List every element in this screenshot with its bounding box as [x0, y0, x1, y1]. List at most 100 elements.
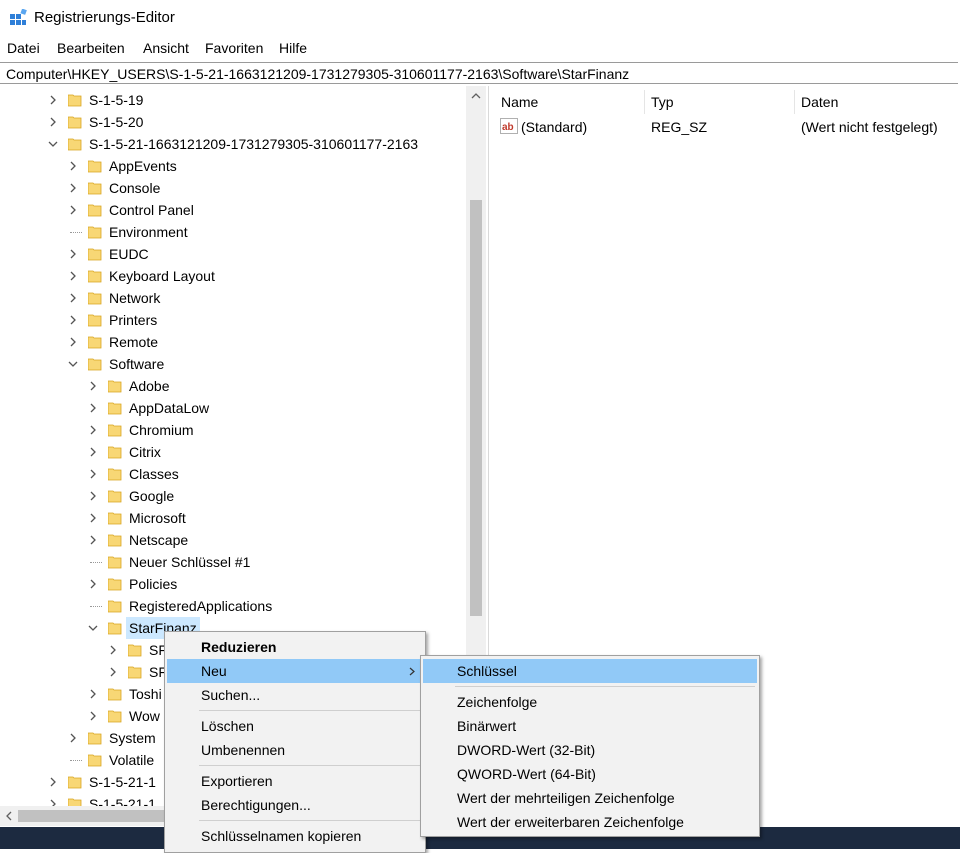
chevron-right-icon[interactable]: [68, 733, 78, 743]
chevron-right-icon[interactable]: [88, 535, 98, 545]
folder-icon: [108, 490, 122, 503]
scroll-left-icon[interactable]: [5, 811, 13, 821]
tree-node[interactable]: Microsoft: [0, 507, 470, 529]
tree-node[interactable]: S-1-5-20: [0, 111, 470, 133]
chevron-right-icon[interactable]: [48, 117, 58, 127]
column-separator[interactable]: [644, 90, 645, 114]
tree-node[interactable]: RegisteredApplications: [0, 595, 470, 617]
menu-item-collapse[interactable]: Reduzieren: [167, 635, 423, 659]
tree-connector: [90, 562, 102, 563]
submenu-item-dword[interactable]: DWORD-Wert (32-Bit): [423, 738, 757, 762]
tree-node[interactable]: Software: [0, 353, 470, 375]
folder-icon: [68, 776, 82, 789]
tree-node[interactable]: Chromium: [0, 419, 470, 441]
chevron-down-icon[interactable]: [88, 623, 98, 633]
folder-icon: [128, 644, 142, 657]
menu-item-delete[interactable]: Löschen: [167, 714, 423, 738]
tree-node-label: S-1-5-21-1663121209-1731279305-310601177…: [89, 136, 419, 152]
menu-bearbeiten[interactable]: Bearbeiten: [57, 40, 125, 56]
folder-icon: [88, 358, 102, 371]
chevron-right-icon[interactable]: [68, 271, 78, 281]
menu-favoriten[interactable]: Favoriten: [205, 40, 263, 56]
menu-item-export[interactable]: Exportieren: [167, 769, 423, 793]
chevron-right-icon[interactable]: [108, 667, 118, 677]
submenu-item-qword[interactable]: QWORD-Wert (64-Bit): [423, 762, 757, 786]
submenu-item-key[interactable]: Schlüssel: [423, 659, 757, 683]
menu-ansicht[interactable]: Ansicht: [143, 40, 189, 56]
folder-icon: [88, 336, 102, 349]
tree-node[interactable]: Citrix: [0, 441, 470, 463]
chevron-right-icon[interactable]: [88, 711, 98, 721]
menu-item-permissions[interactable]: Berechtigungen...: [167, 793, 423, 817]
submenu-item-string[interactable]: Zeichenfolge: [423, 690, 757, 714]
tree-node-label: Wow: [129, 708, 160, 724]
tree-node[interactable]: Google: [0, 485, 470, 507]
menu-hilfe[interactable]: Hilfe: [279, 40, 307, 56]
chevron-right-icon[interactable]: [108, 645, 118, 655]
tree-node[interactable]: Printers: [0, 309, 470, 331]
tree-hscroll-thumb[interactable]: [18, 810, 168, 822]
chevron-right-icon[interactable]: [88, 381, 98, 391]
folder-icon: [108, 380, 122, 393]
menu-item-new[interactable]: Neu: [167, 659, 423, 683]
menu-item-find[interactable]: Suchen...: [167, 683, 423, 707]
string-value-icon: ab: [500, 118, 518, 134]
tree-node[interactable]: Environment: [0, 221, 470, 243]
tree-node[interactable]: S-1-5-19: [0, 89, 470, 111]
chevron-right-icon[interactable]: [88, 403, 98, 413]
address-bar[interactable]: Computer\HKEY_USERS\S-1-5-21-1663121209-…: [0, 62, 958, 84]
column-header-name[interactable]: Name: [501, 94, 538, 110]
tree-node[interactable]: Adobe: [0, 375, 470, 397]
menu-datei[interactable]: Datei: [7, 40, 40, 56]
menu-item-rename[interactable]: Umbenennen: [167, 738, 423, 762]
tree-node[interactable]: Netscape: [0, 529, 470, 551]
column-header-type[interactable]: Typ: [651, 94, 674, 110]
chevron-down-icon[interactable]: [68, 359, 78, 369]
tree-node-label: Neuer Schlüssel #1: [129, 554, 251, 570]
column-header-data[interactable]: Daten: [801, 94, 838, 110]
submenu-item-binary[interactable]: Binärwert: [423, 714, 757, 738]
chevron-right-icon[interactable]: [88, 579, 98, 589]
chevron-right-icon[interactable]: [88, 425, 98, 435]
chevron-right-icon[interactable]: [48, 95, 58, 105]
folder-icon: [108, 534, 122, 547]
menu-item-copy-key-name[interactable]: Schlüsselnamen kopieren: [167, 824, 423, 848]
tree-node[interactable]: Keyboard Layout: [0, 265, 470, 287]
chevron-right-icon[interactable]: [68, 205, 78, 215]
menu-bar: Datei Bearbeiten Ansicht Favoriten Hilfe: [0, 36, 960, 60]
tree-node[interactable]: Classes: [0, 463, 470, 485]
tree-node[interactable]: Console: [0, 177, 470, 199]
tree-node[interactable]: Control Panel: [0, 199, 470, 221]
chevron-right-icon[interactable]: [68, 249, 78, 259]
column-separator[interactable]: [794, 90, 795, 114]
chevron-right-icon[interactable]: [88, 469, 98, 479]
chevron-right-icon[interactable]: [88, 689, 98, 699]
chevron-right-icon[interactable]: [88, 447, 98, 457]
chevron-right-icon[interactable]: [68, 183, 78, 193]
tree-node[interactable]: EUDC: [0, 243, 470, 265]
chevron-right-icon[interactable]: [68, 337, 78, 347]
chevron-right-icon[interactable]: [68, 315, 78, 325]
tree-scroll-thumb[interactable]: [470, 200, 482, 616]
chevron-right-icon[interactable]: [48, 777, 58, 787]
chevron-right-icon[interactable]: [68, 293, 78, 303]
tree-node[interactable]: Policies: [0, 573, 470, 595]
tree-node-label: Adobe: [129, 378, 170, 394]
tree-node[interactable]: Neuer Schlüssel #1: [0, 551, 470, 573]
submenu-item-expandable-string[interactable]: Wert der erweiterbaren Zeichenfolge: [423, 810, 757, 834]
tree-connector: [70, 232, 82, 233]
tree-node[interactable]: Network: [0, 287, 470, 309]
chevron-right-icon[interactable]: [88, 491, 98, 501]
tree-connector: [90, 606, 102, 607]
tree-node[interactable]: Remote: [0, 331, 470, 353]
scroll-up-icon[interactable]: [471, 92, 481, 100]
tree-node[interactable]: AppEvents: [0, 155, 470, 177]
chevron-right-icon[interactable]: [68, 161, 78, 171]
title-bar: Registrierungs-Editor: [0, 0, 960, 36]
tree-node[interactable]: S-1-5-21-1663121209-1731279305-310601177…: [0, 133, 470, 155]
chevron-right-icon[interactable]: [88, 513, 98, 523]
submenu-item-multi-string[interactable]: Wert der mehrteiligen Zeichenfolge: [423, 786, 757, 810]
chevron-down-icon[interactable]: [48, 139, 58, 149]
folder-icon: [88, 314, 102, 327]
tree-node[interactable]: AppDataLow: [0, 397, 470, 419]
